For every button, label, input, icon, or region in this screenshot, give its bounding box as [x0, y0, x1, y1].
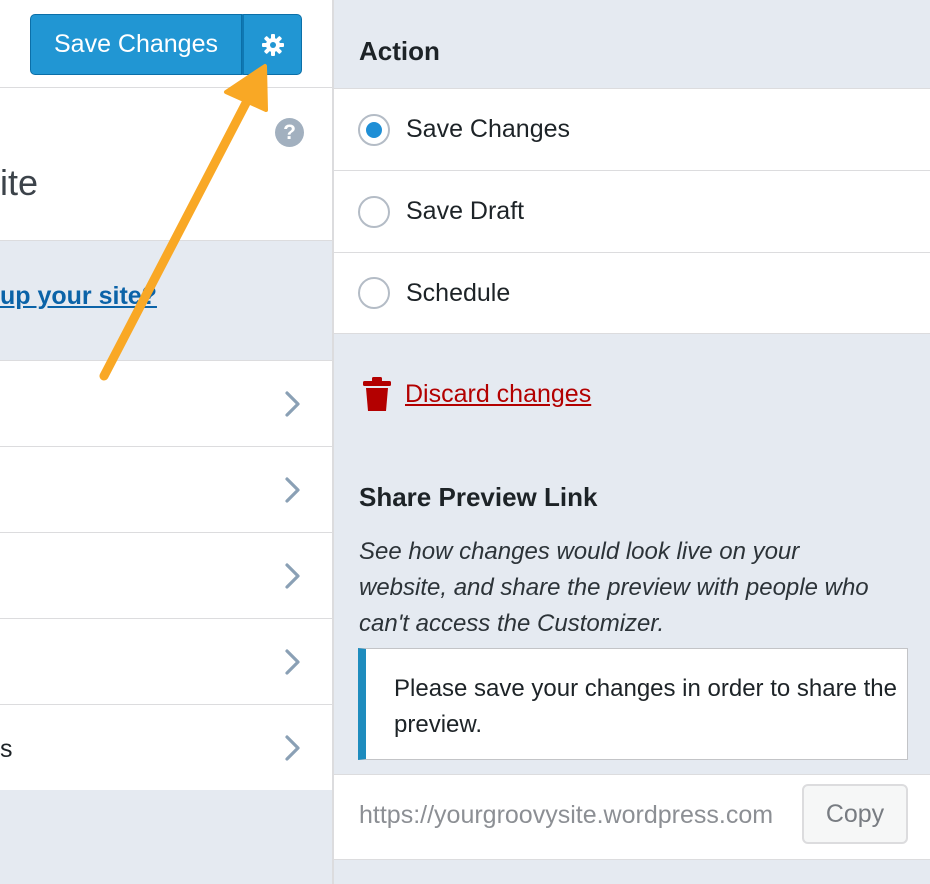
radio-button[interactable] [358, 195, 390, 228]
radio-button[interactable] [358, 277, 390, 309]
menu-row[interactable] [0, 446, 333, 532]
share-preview-heading: Share Preview Link [359, 482, 598, 512]
option-save-draft[interactable]: Save Draft [334, 170, 930, 252]
preview-url-field[interactable]: https://yourgroovysite.wordpress.com [359, 801, 797, 830]
menu-row[interactable] [0, 618, 333, 704]
menu-row[interactable] [0, 360, 333, 446]
option-label: Save Changes [406, 115, 571, 143]
copy-button[interactable]: Copy [802, 784, 908, 844]
option-schedule[interactable]: Schedule [334, 252, 930, 334]
preview-url-row: https://yourgroovysite.wordpress.com Cop… [334, 774, 930, 860]
chevron-right-icon [285, 477, 300, 503]
radio-button[interactable] [358, 113, 390, 146]
action-heading: Action [359, 36, 440, 66]
save-button-group: Save Changes [30, 14, 302, 75]
customizer-header: Save Changes [0, 0, 333, 88]
option-save-changes[interactable]: Save Changes [334, 88, 930, 170]
discard-label[interactable]: Discard changes [405, 380, 591, 409]
chevron-right-icon [285, 563, 300, 589]
setup-site-link[interactable]: up your site? [0, 282, 157, 311]
option-label: Schedule [406, 278, 511, 307]
help-icon[interactable]: ? [275, 118, 304, 147]
discard-changes-link[interactable]: Discard changes [361, 376, 591, 412]
save-changes-button[interactable]: Save Changes [30, 14, 242, 75]
share-preview-description: See how changes would look live on your … [359, 538, 869, 637]
publish-settings-button[interactable] [242, 14, 302, 75]
trash-icon [363, 377, 391, 411]
gear-icon [261, 33, 284, 56]
chevron-right-icon [285, 391, 300, 417]
site-title-section: ? ite [0, 88, 333, 241]
menu-row[interactable] [0, 532, 333, 618]
publish-settings-panel: Action Save Changes Save Draft Schedule … [334, 0, 930, 884]
menu-row-label: s [0, 735, 13, 763]
customizer-sidebar: Save Changes ? ite up your site? s [0, 0, 333, 884]
save-notice: Please save your changes in order to sha… [358, 648, 908, 760]
menu-row[interactable]: s [0, 704, 333, 790]
chevron-right-icon [285, 649, 300, 675]
option-label: Save Draft [406, 197, 525, 225]
site-title: ite [0, 162, 39, 203]
chevron-right-icon [285, 735, 300, 761]
